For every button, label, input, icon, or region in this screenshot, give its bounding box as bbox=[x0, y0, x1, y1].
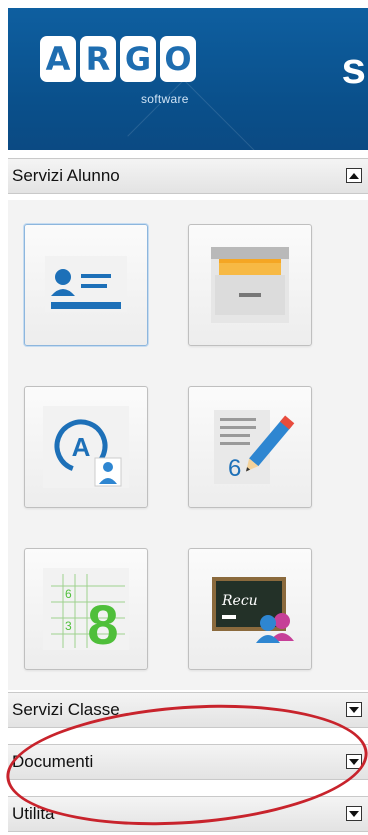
panel-header-utilita[interactable]: Utilita bbox=[8, 796, 368, 832]
panel-header-servizi-classe[interactable]: Servizi Classe bbox=[8, 692, 368, 728]
blackboard-text: Recu bbox=[221, 593, 258, 609]
gradebook-icon: 6 3 8 bbox=[43, 568, 129, 652]
panel-header-servizi-alunno[interactable]: Servizi Alunno bbox=[8, 158, 368, 194]
grade-pencil-icon: 6 bbox=[214, 410, 295, 484]
attendance-icon: A bbox=[43, 406, 129, 488]
logo-letter: O bbox=[160, 36, 196, 82]
expand-toggle[interactable] bbox=[346, 754, 362, 769]
svg-text:A: A bbox=[72, 432, 91, 462]
grade-small-top: 6 bbox=[65, 587, 72, 601]
blackboard-icon: Recu bbox=[212, 577, 294, 643]
grade-number: 6 bbox=[228, 455, 241, 482]
tile-attendance[interactable]: A bbox=[24, 386, 148, 508]
panel-title: Documenti bbox=[12, 752, 94, 771]
grade-big: 8 bbox=[87, 593, 118, 652]
tile-student-record[interactable] bbox=[24, 224, 148, 346]
logo-letter: A bbox=[40, 36, 76, 82]
panel-title: Servizi Classe bbox=[12, 700, 120, 719]
logo-letter: G bbox=[120, 36, 156, 82]
argo-logo: A R G O bbox=[40, 36, 196, 82]
chevron-down-icon bbox=[349, 706, 359, 713]
tile-gradebook[interactable]: 6 3 8 bbox=[24, 548, 148, 670]
grade-small-mid: 3 bbox=[65, 619, 72, 633]
header-decoration bbox=[127, 79, 269, 150]
tile-grades[interactable]: 6 bbox=[188, 386, 312, 508]
app-header: A R G O software s bbox=[8, 8, 368, 150]
chevron-down-icon bbox=[349, 758, 359, 765]
header-title-fragment: s bbox=[341, 44, 366, 93]
logo-letter: R bbox=[80, 36, 116, 82]
expand-toggle[interactable] bbox=[346, 806, 362, 821]
servizi-alunno-body: A 6 6 3 8 Recu bbox=[8, 200, 368, 690]
archive-drawer-icon bbox=[211, 247, 289, 323]
chevron-down-icon bbox=[349, 810, 359, 817]
chevron-up-icon bbox=[349, 172, 359, 179]
tile-archive[interactable] bbox=[188, 224, 312, 346]
panel-title: Utilita bbox=[12, 804, 55, 823]
expand-toggle[interactable] bbox=[346, 702, 362, 717]
student-card-icon bbox=[45, 256, 127, 312]
logo-subtitle: software bbox=[141, 92, 189, 106]
panel-title: Servizi Alunno bbox=[12, 166, 120, 185]
tile-recovery[interactable]: Recu bbox=[188, 548, 312, 670]
panel-header-documenti[interactable]: Documenti bbox=[8, 744, 368, 780]
collapse-toggle[interactable] bbox=[346, 168, 362, 183]
